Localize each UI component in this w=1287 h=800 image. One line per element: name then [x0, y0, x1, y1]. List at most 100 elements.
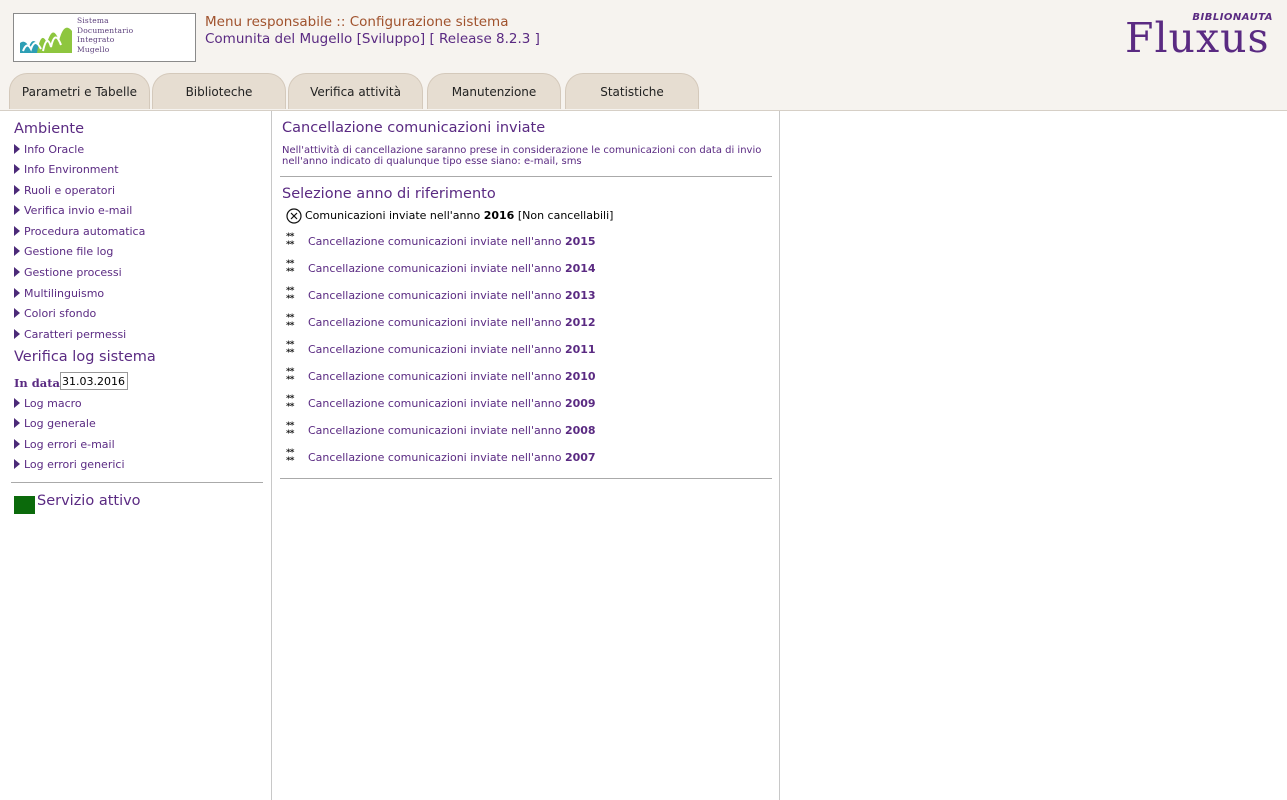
arrow-right-icon [14, 398, 20, 408]
sidebar-item-procedura-automatica[interactable]: Procedura automatica [14, 224, 145, 240]
section-title-verifica-log: Verifica log sistema [14, 349, 156, 365]
tab-label: Verifica attività [310, 85, 401, 99]
logo-text: Sistema Documentario Integrato Mugello [77, 16, 133, 54]
section-title-selezione-anno: Selezione anno di riferimento [282, 186, 496, 202]
sidebar-item-label: Log errori e-mail [24, 438, 115, 451]
asterisks-icon: ** ** [286, 367, 294, 385]
asterisks-icon: ** ** [286, 313, 294, 331]
year-link-label: Cancellazione comunicazioni inviate nell… [308, 370, 562, 383]
arrow-right-icon [14, 205, 20, 215]
sidebar-item-label: Log macro [24, 397, 82, 410]
sidebar-item-gestione-processi[interactable]: Gestione processi [14, 265, 122, 281]
sidebar-item-verifica-invio-email[interactable]: Verifica invio e-mail [14, 203, 132, 219]
delete-year-link[interactable]: ** ** Cancellazione comunicazioni inviate … [286, 448, 596, 468]
arrow-right-icon [14, 439, 20, 449]
sidebar-item-log-errori-email[interactable]: Log errori e-mail [14, 437, 115, 453]
year-value: 2008 [564, 424, 596, 437]
sidebar-item-info-oracle[interactable]: Info Oracle [14, 142, 84, 158]
sidebar-item-caratteri-permessi[interactable]: Caratteri permessi [14, 327, 126, 343]
asterisks-icon: ** ** [286, 394, 294, 412]
delete-year-link[interactable]: ** ** Cancellazione comunicazioni inviate … [286, 421, 596, 441]
sidebar-item-label: Colori sfondo [24, 307, 97, 320]
logo-line: Documentario [77, 25, 134, 35]
logo-line: Mugello [77, 44, 110, 54]
delete-year-link[interactable]: ** ** Cancellazione comunicazioni inviate … [286, 340, 596, 360]
year-value: 2013 [564, 289, 596, 302]
tab-label: Manutenzione [451, 85, 537, 99]
main-panel: Cancellazione comunicazioni inviate Nell… [272, 111, 779, 800]
asterisks-icon: ** ** [286, 448, 294, 466]
delete-year-link[interactable]: ** ** Cancellazione comunicazioni inviate … [286, 367, 596, 387]
delete-year-link[interactable]: ** ** Cancellazione comunicazioni inviate … [286, 313, 596, 333]
column-divider [779, 111, 780, 800]
arrow-right-icon [14, 164, 20, 174]
sidebar-item-label: Info Oracle [24, 143, 85, 156]
sidebar-item-gestione-file-log[interactable]: Gestione file log [14, 244, 113, 260]
year-link-label: Cancellazione comunicazioni inviate nell… [308, 316, 562, 329]
arrow-right-icon [14, 185, 20, 195]
year-value: 2011 [564, 343, 596, 356]
sidebar-item-multilinguismo[interactable]: Multilinguismo [14, 286, 104, 302]
arrow-right-icon [14, 226, 20, 236]
tab-statistiche[interactable]: Statistiche [565, 73, 699, 109]
tab-label: Biblioteche [185, 85, 253, 99]
asterisks-icon: ** ** [286, 421, 294, 439]
year-value: 2009 [564, 397, 596, 410]
sidebar-item-label: Gestione processi [24, 266, 122, 279]
sidebar: Ambiente Info Oracle Info Environment Ru… [0, 111, 271, 800]
delete-year-link[interactable]: ** ** Cancellazione comunicazioni inviate … [286, 259, 596, 279]
current-year-value: 2016 [483, 209, 515, 222]
sidebar-item-label: Multilinguismo [24, 287, 105, 300]
year-link-label: Cancellazione comunicazioni inviate nell… [308, 262, 562, 275]
tab-label: Statistiche [600, 85, 664, 99]
header: Sistema Documentario Integrato Mugello M… [0, 0, 1287, 111]
sidebar-item-label: Procedura automatica [24, 225, 146, 238]
logo-mark-icon [17, 17, 77, 58]
divider [280, 176, 772, 177]
header-subtitle: Comunita del Mugello [Sviluppo] [ Releas… [205, 31, 540, 47]
divider [280, 478, 772, 479]
arrow-right-icon [14, 418, 20, 428]
year-link-label: Cancellazione comunicazioni inviate nell… [308, 424, 562, 437]
status-indicator [14, 496, 35, 514]
tab-label: Parametri e Tabelle [21, 85, 138, 99]
delete-year-link[interactable]: ** ** Cancellazione comunicazioni inviate … [286, 286, 596, 306]
date-input[interactable] [60, 372, 128, 390]
year-link-label: Cancellazione comunicazioni inviate nell… [308, 451, 562, 464]
delete-year-link[interactable]: ** ** Cancellazione comunicazioni inviate … [286, 394, 596, 414]
brand-tag: BIBLIONAUTA [1192, 12, 1273, 23]
logo-line: Integrato [77, 35, 115, 44]
arrow-right-icon [14, 308, 20, 318]
tab-verifica-attivita[interactable]: Verifica attività [288, 73, 423, 109]
asterisks-icon: ** ** [286, 340, 294, 358]
page-title: Cancellazione comunicazioni inviate [282, 120, 546, 136]
tab-manutenzione[interactable]: Manutenzione [427, 73, 561, 109]
delete-year-link[interactable]: ** ** Cancellazione comunicazioni inviate … [286, 232, 596, 252]
asterisks-icon: ** ** [286, 286, 294, 304]
sidebar-item-label: Log errori generici [24, 458, 125, 471]
tab-parametri-tabelle[interactable]: Parametri e Tabelle [9, 73, 150, 109]
sidebar-item-label: Ruoli e operatori [24, 184, 116, 197]
year-value: 2007 [564, 451, 596, 464]
year-link-label: Cancellazione comunicazioni inviate nell… [308, 235, 562, 248]
sidebar-item-log-macro[interactable]: Log macro [14, 396, 82, 412]
date-label: In data [14, 376, 60, 390]
sdim-logo[interactable]: Sistema Documentario Integrato Mugello [13, 13, 196, 62]
status-text: Servizio attivo [37, 493, 141, 509]
sidebar-item-info-environment[interactable]: Info Environment [14, 162, 119, 178]
arrow-right-icon [14, 246, 20, 256]
sidebar-item-colori-sfondo[interactable]: Colori sfondo [14, 306, 96, 322]
arrow-right-icon [14, 267, 20, 277]
header-title: Menu responsabile :: Configurazione sist… [205, 14, 509, 30]
tab-biblioteche[interactable]: Biblioteche [152, 73, 286, 109]
sidebar-item-log-errori-generici[interactable]: Log errori generici [14, 457, 125, 473]
sidebar-item-label: Caratteri permessi [24, 328, 127, 341]
asterisks-icon: ** ** [286, 232, 294, 250]
current-year-row: Comunicazioni inviate nell'anno 2016 [No… [286, 207, 613, 225]
sidebar-item-label: Log generale [24, 417, 96, 430]
sidebar-item-ruoli-operatori[interactable]: Ruoli e operatori [14, 183, 115, 199]
fluxus-brand-logo: Fluxus BIBLIONAUTA [1125, 12, 1275, 62]
section-title-ambiente: Ambiente [14, 121, 84, 137]
asterisks-icon: ** ** [286, 259, 294, 277]
sidebar-item-log-generale[interactable]: Log generale [14, 416, 96, 432]
